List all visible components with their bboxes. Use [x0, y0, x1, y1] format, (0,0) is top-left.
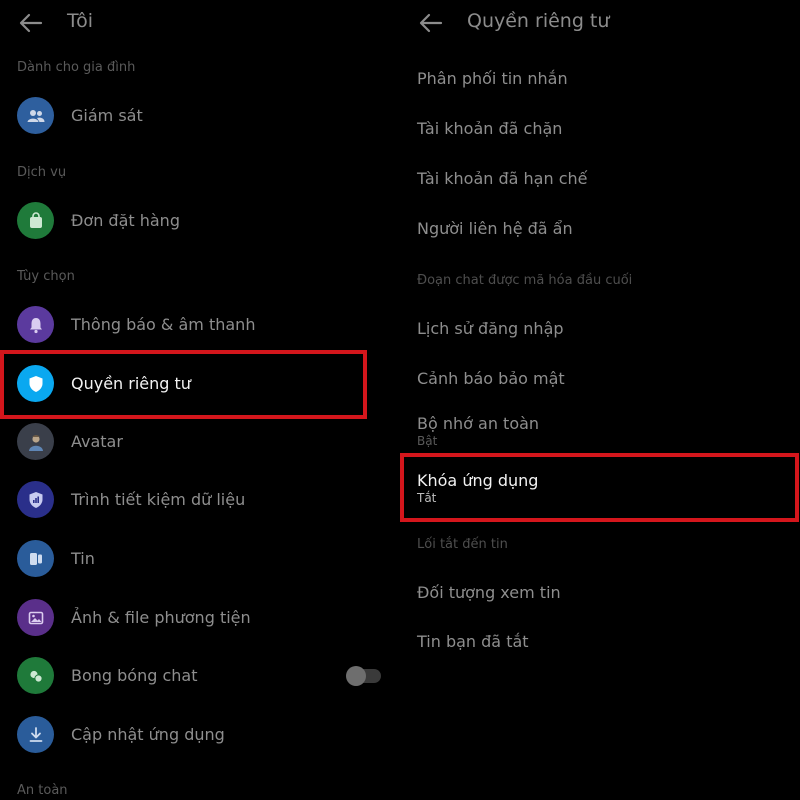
data-saver-icon [29, 491, 42, 508]
page-title: Quyền riêng tư [467, 10, 610, 32]
icon-badge [17, 202, 54, 239]
arrow-left-icon [19, 13, 43, 33]
settings-me-panel: Tôi Dành cho gia đình Giám sát Dịch vụ Đ… [0, 0, 400, 800]
menu-item-label: Tin [71, 549, 95, 568]
menu-item-restricted-accounts[interactable]: Tài khoản đã hạn chế [417, 169, 587, 188]
image-icon [28, 611, 43, 624]
menu-item-label: Tài khoản đã hạn chế [417, 169, 588, 188]
back-button[interactable] [17, 10, 45, 36]
people-icon [27, 109, 44, 122]
menu-item-avatar[interactable]: Avatar [0, 417, 400, 467]
stories-icon [29, 552, 42, 565]
bell-icon [29, 317, 42, 333]
menu-item-label: Avatar [71, 432, 123, 451]
icon-badge [17, 599, 54, 636]
menu-item-label: Tài khoản đã chặn [417, 119, 563, 138]
section-label-options: Tùy chọn [17, 269, 75, 284]
menu-item-orders[interactable]: Đơn đặt hàng [0, 196, 400, 246]
menu-item-hidden-contacts[interactable]: Người liên hệ đã ẩn [417, 219, 573, 238]
menu-item-data-saver[interactable]: Trình tiết kiệm dữ liệu [0, 475, 400, 525]
menu-item-label: Người liên hệ đã ẩn [417, 219, 573, 238]
menu-item-label: Thông báo & âm thanh [71, 315, 256, 334]
menu-item-label: Trình tiết kiệm dữ liệu [71, 490, 246, 509]
menu-item-muted-stories[interactable]: Tin bạn đã tắt [417, 632, 529, 651]
privacy-panel: Quyền riêng tư Phân phối tin nhắn Tài kh… [400, 0, 800, 800]
toggle-knob [346, 666, 366, 686]
avatar-icon [28, 434, 43, 451]
menu-item-label: Phân phối tin nhắn [417, 69, 568, 88]
menu-item-login-history[interactable]: Lịch sử đăng nhập [417, 319, 564, 338]
menu-item-photos-media[interactable]: Ảnh & file phương tiện [0, 593, 400, 643]
icon-badge [17, 423, 54, 460]
menu-item-label: Tin bạn đã tắt [417, 632, 529, 651]
menu-item-secure-storage[interactable]: Bộ nhớ an toàn Bật [417, 414, 539, 448]
back-button[interactable] [417, 10, 445, 36]
menu-item-label: Bong bóng chat [71, 666, 198, 685]
download-icon [29, 726, 42, 742]
menu-item-notifications[interactable]: Thông báo & âm thanh [0, 300, 400, 350]
menu-item-app-updates[interactable]: Cập nhật ứng dụng [0, 710, 400, 760]
menu-item-chat-heads[interactable]: Bong bóng chat [0, 651, 400, 701]
section-label-e2ee: Đoạn chat được mã hóa đầu cuối [417, 273, 633, 288]
icon-badge [17, 540, 54, 577]
menu-item-label: Đơn đặt hàng [71, 211, 180, 230]
icon-badge [17, 657, 54, 694]
menu-item-story-audience[interactable]: Đối tượng xem tin [417, 583, 561, 602]
menu-item-label: Ảnh & file phương tiện [71, 608, 251, 627]
menu-item-blocked-accounts[interactable]: Tài khoản đã chặn [417, 119, 562, 138]
page-title: Tôi [67, 10, 94, 32]
icon-badge [17, 97, 54, 134]
section-label-family: Dành cho gia đình [17, 60, 136, 75]
menu-item-message-delivery[interactable]: Phân phối tin nhắn [417, 69, 568, 88]
menu-item-label: Bộ nhớ an toàn [417, 414, 540, 433]
section-label-safety: An toàn [17, 783, 68, 798]
shopping-bag-icon [29, 211, 42, 228]
menu-item-status: Bật [417, 434, 438, 448]
highlight-box-app-lock [400, 453, 799, 522]
menu-item-label: Cảnh báo bảo mật [417, 369, 565, 388]
chat-bubbles-icon [29, 670, 43, 683]
chat-heads-toggle[interactable] [346, 666, 381, 686]
icon-badge [17, 716, 54, 753]
menu-item-label: Giám sát [71, 106, 143, 125]
highlight-box-privacy [0, 350, 367, 419]
section-label-services: Dịch vụ [17, 165, 67, 180]
menu-item-label: Cập nhật ứng dụng [71, 725, 225, 744]
section-label-story-shortcuts: Lối tắt đến tin [417, 537, 508, 552]
icon-badge [17, 306, 54, 343]
menu-item-security-alerts[interactable]: Cảnh báo bảo mật [417, 369, 565, 388]
menu-item-label: Lịch sử đăng nhập [417, 319, 564, 338]
menu-item-stories[interactable]: Tin [0, 534, 400, 584]
menu-item-label: Đối tượng xem tin [417, 583, 561, 602]
menu-item-supervision[interactable]: Giám sát [0, 91, 400, 141]
icon-badge [17, 481, 54, 518]
arrow-left-icon [419, 13, 443, 33]
